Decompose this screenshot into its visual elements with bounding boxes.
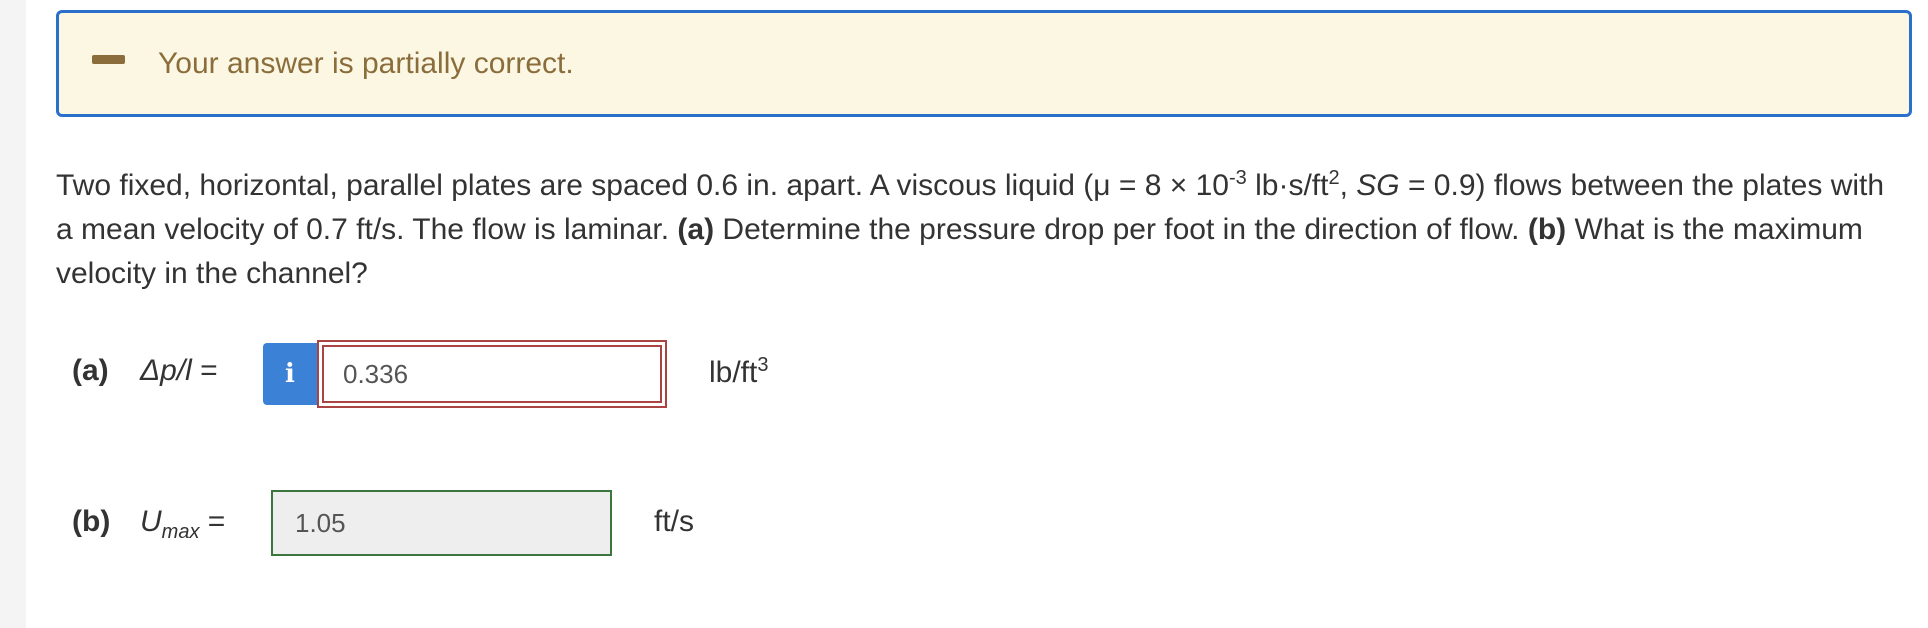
equals-sign: = [191, 354, 218, 387]
unit-base: lb/ft [709, 356, 758, 389]
part-b-marker: (b) [1527, 213, 1567, 246]
part-b-unit: ft/s [654, 505, 695, 538]
question-text-segment: Two fixed, horizontal, parallel plates a… [56, 169, 1229, 202]
answer-a-field[interactable]: 0.336 [317, 340, 667, 408]
question-text-segment: lb·s/ft [1246, 169, 1329, 202]
question-text: Two fixed, horizontal, parallel plates a… [56, 164, 1896, 296]
info-icon: i [285, 359, 295, 389]
delta-p-over-l: Δp/l [140, 354, 192, 387]
sg-symbol: SG [1356, 169, 1400, 202]
answer-a-value[interactable]: 0.336 [322, 345, 662, 403]
feedback-banner: Your answer is partially correct. [56, 10, 1912, 117]
u-symbol: U [140, 505, 162, 538]
mu-exponent: -3 [1228, 167, 1247, 189]
unit-exponent: 3 [757, 354, 769, 376]
part-a-marker: (a) [677, 213, 715, 246]
answer-b-field[interactable]: 1.05 [271, 490, 612, 556]
part-b-symbol: Umax = [140, 505, 225, 544]
unit-exponent: 2 [1328, 167, 1340, 189]
feedback-message: Your answer is partially correct. [158, 47, 574, 80]
part-a-symbol: Δp/l = [140, 354, 218, 388]
left-rail [0, 0, 26, 628]
part-b-label: (b) [72, 505, 111, 538]
part-a-label: (a) [72, 354, 109, 387]
part-a-unit: lb/ft3 [709, 354, 768, 390]
question-text-segment: , [1339, 169, 1357, 202]
max-subscript: max [161, 521, 200, 543]
equals-sign: = [199, 505, 226, 538]
question-text-segment: Determine the pressure drop per foot in … [714, 213, 1528, 246]
info-button[interactable]: i [263, 343, 317, 405]
minus-icon [92, 55, 125, 64]
